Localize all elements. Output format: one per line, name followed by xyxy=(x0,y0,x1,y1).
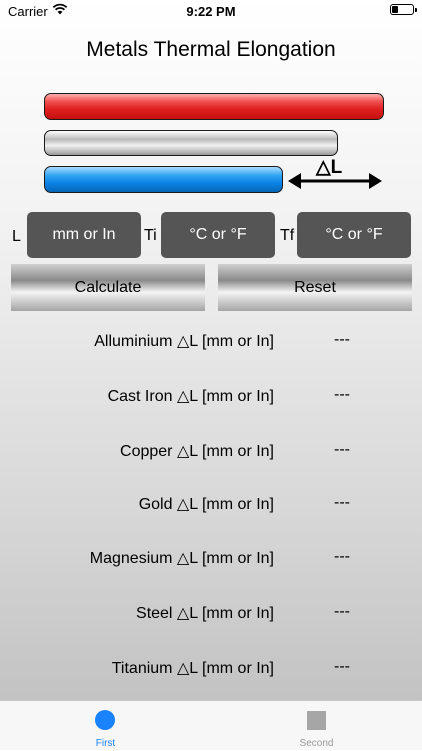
final-temp-input[interactable]: °C or °F xyxy=(297,212,411,258)
normal-metal-bar xyxy=(44,130,338,156)
result-label-copper: Copper △L [mm or In] xyxy=(120,443,274,460)
tab-second[interactable]: Second xyxy=(211,701,422,751)
result-label-titanium: Titanium △L [mm or In] xyxy=(111,660,274,677)
result-label-cast-iron: Cast Iron △L [mm or In] xyxy=(107,388,274,405)
tab-first-label: First xyxy=(95,738,116,749)
tab-second-label: Second xyxy=(299,738,334,749)
calculate-button[interactable]: Calculate xyxy=(11,264,205,311)
result-value-titanium: --- xyxy=(334,658,350,675)
final-temp-label: Tf xyxy=(280,227,295,244)
result-label-steel: Steel △L [mm or In] xyxy=(136,605,274,622)
result-value-copper: --- xyxy=(334,441,350,458)
length-input[interactable]: mm or In xyxy=(27,212,141,258)
status-bar: Carrier 9:22 PM xyxy=(0,0,422,22)
battery-level xyxy=(392,6,398,13)
square-icon xyxy=(307,711,326,730)
battery-icon xyxy=(390,4,417,15)
tab-first[interactable]: First xyxy=(0,701,211,751)
result-value-cast-iron: --- xyxy=(334,386,350,403)
result-label-alluminium: Alluminium △L [mm or In] xyxy=(94,333,274,350)
circle-icon xyxy=(95,710,115,730)
result-value-gold: --- xyxy=(334,494,350,511)
result-value-alluminium: --- xyxy=(334,331,350,348)
clock: 9:22 PM xyxy=(186,4,236,19)
result-label-magnesium: Magnesium △L [mm or In] xyxy=(89,550,274,567)
initial-temp-input[interactable]: °C or °F xyxy=(161,212,275,258)
length-label: L xyxy=(12,228,21,245)
result-value-magnesium: --- xyxy=(334,548,350,565)
tab-bar: First Second xyxy=(0,700,422,750)
hot-metal-bar xyxy=(44,93,384,120)
page-title: Metals Thermal Elongation xyxy=(86,38,336,61)
initial-temp-label: Ti xyxy=(144,227,157,244)
double-arrow-icon xyxy=(288,173,382,189)
result-value-steel: --- xyxy=(334,603,350,620)
result-label-gold: Gold △L [mm or In] xyxy=(138,496,274,513)
cold-metal-bar xyxy=(44,166,283,193)
reset-button[interactable]: Reset xyxy=(218,264,412,311)
